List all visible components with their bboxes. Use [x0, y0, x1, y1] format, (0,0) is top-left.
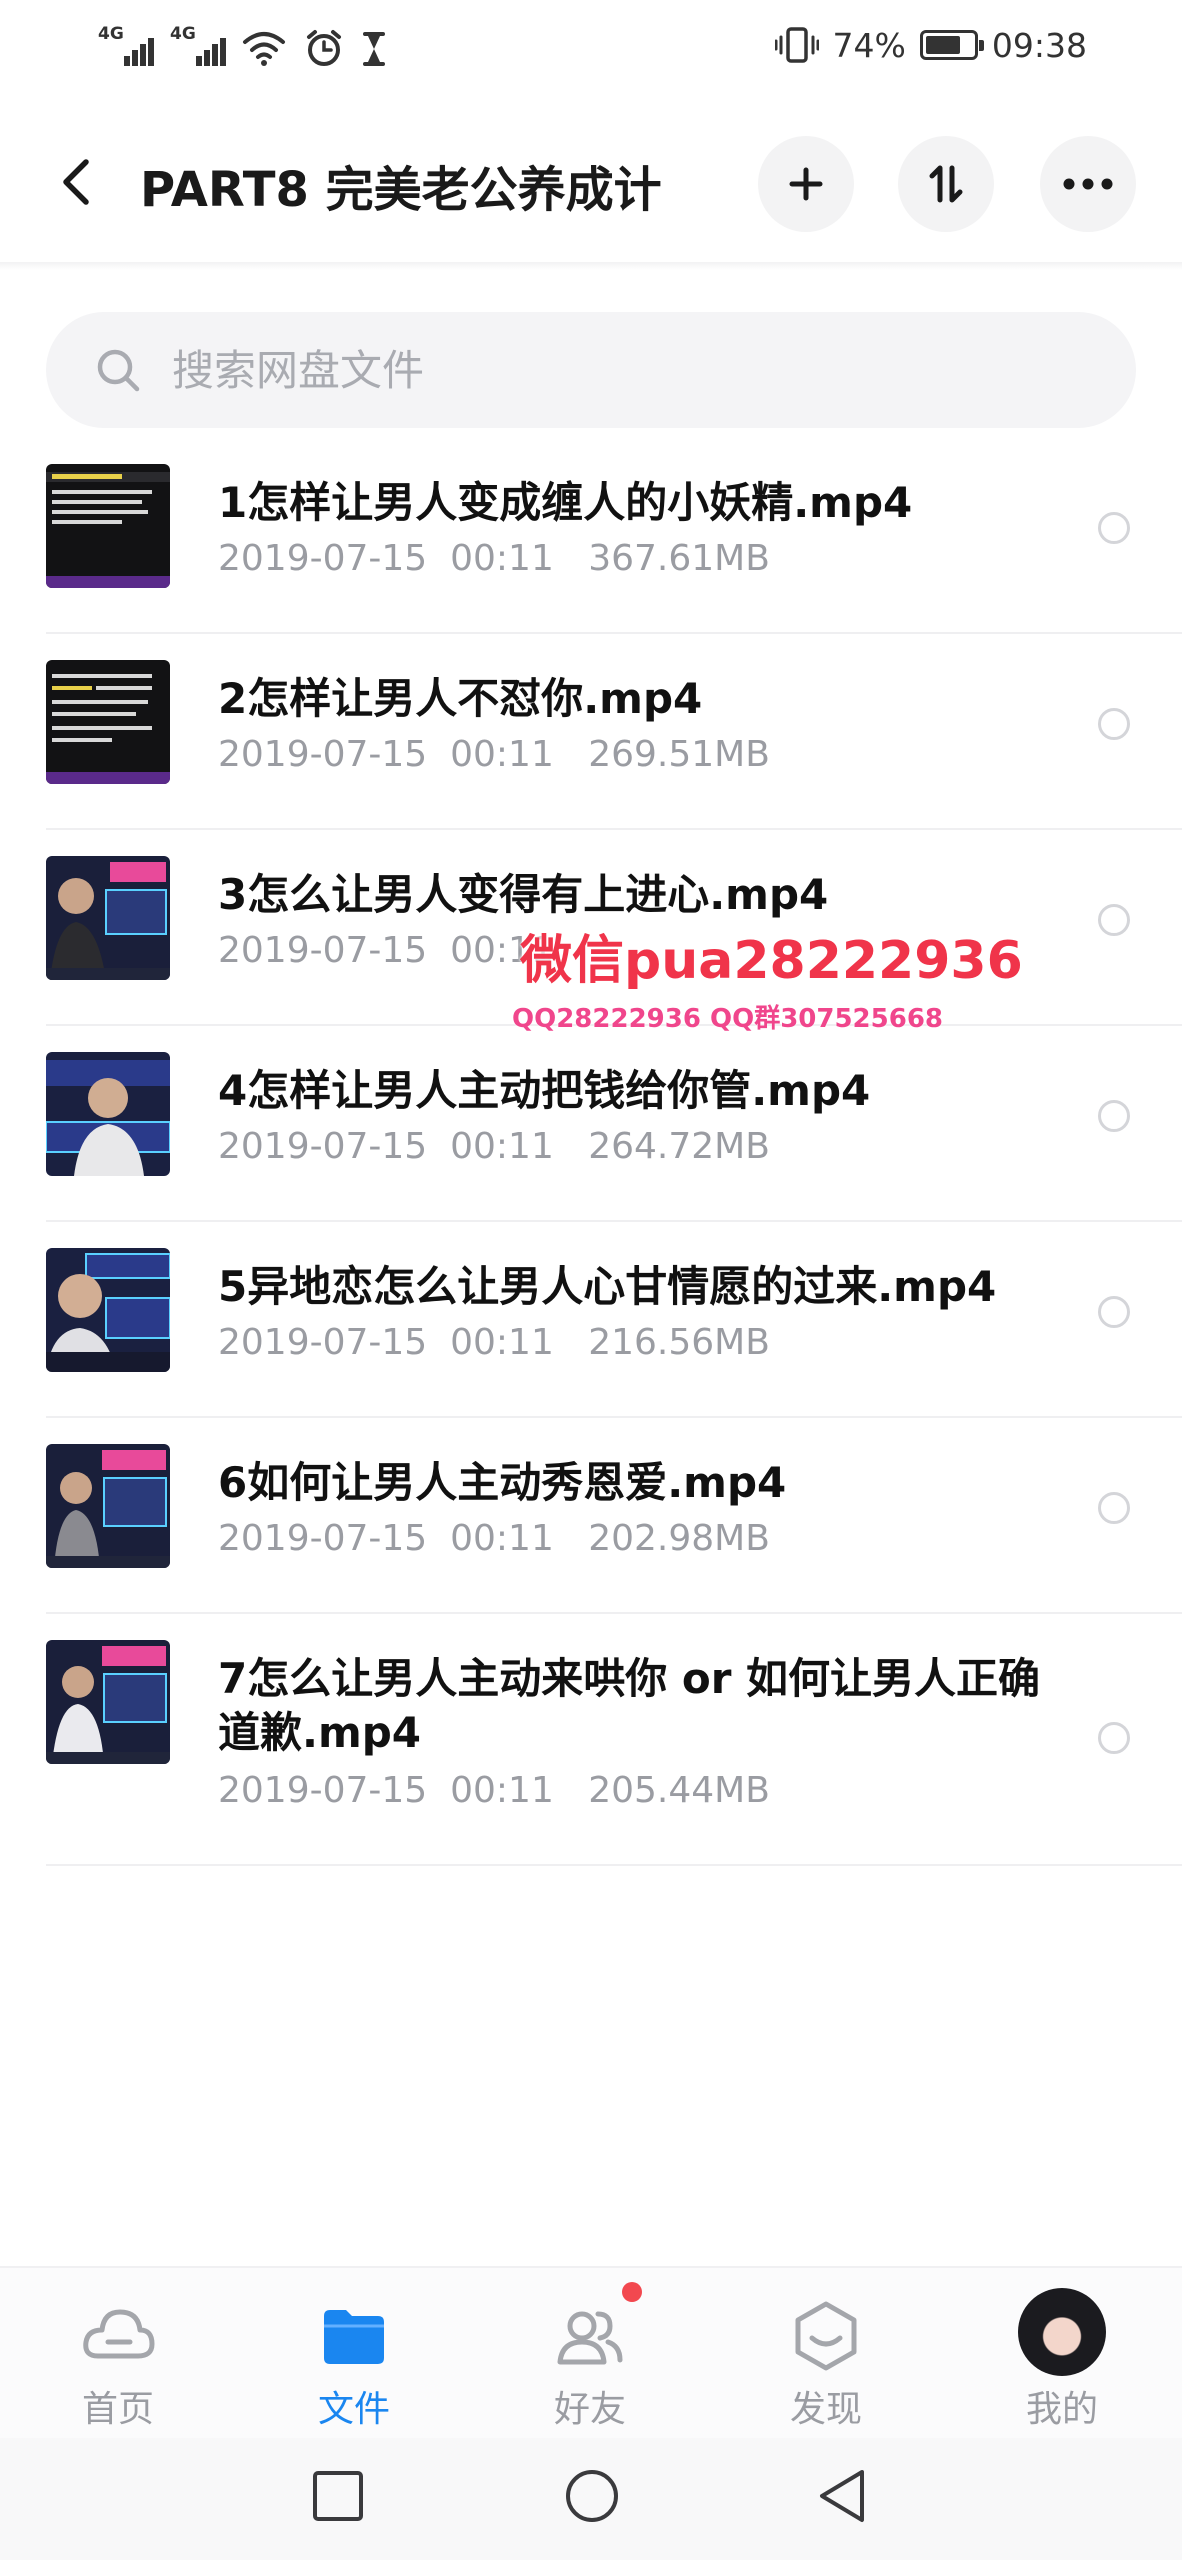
select-radio[interactable]: [1098, 1722, 1130, 1754]
select-radio[interactable]: [1098, 708, 1130, 740]
search-bar[interactable]: [46, 312, 1136, 428]
file-name: 4怎样让男人主动把钱给你管.mp4: [218, 1066, 871, 1115]
avatar: [1018, 2288, 1106, 2376]
tab-label: 文件: [317, 2389, 390, 2430]
page-title: PART8 完美老公养成计: [140, 162, 662, 218]
status-icons-right: 74% 09:38: [774, 22, 1087, 68]
tab-files[interactable]: 文件: [236, 2268, 472, 2440]
file-date: 2019-07-15 00:11: [218, 734, 554, 775]
file-name: 1怎样让男人变成缠人的小妖精.mp4: [218, 478, 913, 527]
system-nav-bar: [0, 2438, 1182, 2560]
select-radio[interactable]: [1098, 1100, 1130, 1132]
file-size: 202.98MB: [588, 1518, 770, 1559]
file-list: 1怎样让男人变成缠人的小妖精.mp4 2019-07-15 00:11 367.…: [0, 438, 1182, 1866]
file-item[interactable]: 1怎样让男人变成缠人的小妖精.mp4 2019-07-15 00:11 367.…: [0, 438, 1182, 634]
signal-icon: 4G: [170, 24, 226, 68]
file-date: 2019-07-15 00:11: [218, 930, 554, 971]
tab-discover[interactable]: 发现: [708, 2268, 944, 2440]
video-thumbnail: [46, 1052, 170, 1176]
cloud-icon: [83, 2309, 155, 2359]
tab-friends[interactable]: 好友: [472, 2268, 708, 2440]
tab-label: 好友: [553, 2389, 626, 2430]
clock: 09:38: [991, 25, 1087, 65]
video-thumbnail: [46, 1640, 170, 1764]
signal-icon: 4G: [98, 24, 154, 68]
home-button[interactable]: [562, 2466, 622, 2526]
sort-button[interactable]: [898, 136, 994, 232]
file-item[interactable]: 7怎么让男人主动来哄你 or 如何让男人正确道歉.mp4 2019-07-15 …: [0, 1614, 1182, 1866]
tab-me[interactable]: 我的: [944, 2268, 1180, 2440]
file-size: 367.61MB: [588, 538, 770, 579]
file-item[interactable]: 6如何让男人主动秀恩爱.mp4 2019-07-15 00:11 202.98M…: [0, 1418, 1182, 1614]
battery-icon: [919, 30, 984, 60]
watermark-text: 微信pua28222936: [520, 931, 1023, 991]
status-icons-left: 4G 4G: [98, 22, 386, 68]
plus-icon: [789, 167, 823, 201]
header-divider: [0, 262, 1182, 270]
watermark-contact: QQ28222936 QQ群307525668: [512, 1004, 944, 1034]
video-thumbnail: [46, 856, 170, 980]
notification-badge: [622, 2282, 642, 2302]
bottom-nav: 首页 文件 好友 发现 我的: [0, 2266, 1182, 2438]
select-radio[interactable]: [1098, 904, 1130, 936]
chevron-left-icon: [63, 159, 89, 205]
folder-icon: [324, 2310, 384, 2364]
file-meta: 2019-07-15 00:11 264.72MB: [218, 1126, 770, 1167]
hourglass-icon: [363, 32, 385, 66]
file-name: 5异地恋怎么让男人心甘情愿的过来.mp4: [218, 1262, 997, 1311]
vibrate-icon: [774, 27, 819, 63]
battery-percent: 74%: [832, 25, 906, 65]
status-bar: 4G 4G 74% 09:38: [0, 0, 1182, 90]
file-date: 2019-07-15 00:11: [218, 538, 554, 579]
video-thumbnail: [46, 1248, 170, 1372]
file-date: 2019-07-15 00:11: [218, 1322, 554, 1363]
network-type-label: 4G: [98, 24, 124, 44]
file-date: 2019-07-15 00:11: [218, 1770, 554, 1811]
tab-home[interactable]: 首页: [0, 2268, 236, 2440]
tab-label: 发现: [789, 2389, 862, 2430]
friends-icon: [557, 2311, 623, 2365]
file-meta: 2019-07-15 00:11 216.56MB: [218, 1322, 770, 1363]
select-radio[interactable]: [1098, 1492, 1130, 1524]
file-item[interactable]: 2怎样让男人不怼你.mp4 2019-07-15 00:11 269.51MB: [0, 634, 1182, 830]
file-name: 3怎么让男人变得有上进心.mp4: [218, 870, 829, 919]
video-thumbnail: [46, 660, 170, 784]
search-input[interactable]: [172, 340, 1072, 400]
add-button[interactable]: [758, 136, 854, 232]
file-size: 205.44MB: [588, 1770, 770, 1811]
video-thumbnail: [46, 464, 170, 588]
back-nav-button[interactable]: [812, 2466, 872, 2526]
more-button[interactable]: [1040, 136, 1136, 232]
header: PART8 完美老公养成计: [0, 120, 1182, 244]
video-thumbnail: [46, 1444, 170, 1568]
select-radio[interactable]: [1098, 512, 1130, 544]
file-meta: 2019-07-15 00:11 205.44MB: [218, 1770, 770, 1811]
file-name: 2怎样让男人不怼你.mp4: [218, 674, 703, 723]
file-size: 216.56MB: [588, 1322, 770, 1363]
tab-label: 首页: [81, 2389, 154, 2430]
more-horizontal-icon: [1063, 178, 1113, 190]
back-button[interactable]: [56, 156, 96, 208]
file-date: 2019-07-15 00:11: [218, 1518, 554, 1559]
network-type-label: 4G: [170, 24, 196, 44]
file-item[interactable]: 5异地恋怎么让男人心甘情愿的过来.mp4 2019-07-15 00:11 21…: [0, 1222, 1182, 1418]
recents-button[interactable]: [308, 2466, 368, 2526]
tab-label: 我的: [1025, 2389, 1098, 2430]
select-radio[interactable]: [1098, 1296, 1130, 1328]
file-meta: 2019-07-15 00:11 367.61MB: [218, 538, 770, 579]
wifi-icon: [243, 32, 285, 66]
file-meta: 2019-07-15 00:11 202.98MB: [218, 1518, 770, 1559]
file-size: 269.51MB: [588, 734, 770, 775]
discover-icon: [795, 2301, 857, 2371]
search-icon: [97, 349, 140, 392]
file-meta: 2019-07-15 00:11 269.51MB: [218, 734, 770, 775]
file-date: 2019-07-15 00:11: [218, 1126, 554, 1167]
file-item[interactable]: 4怎样让男人主动把钱给你管.mp4 2019-07-15 00:11 264.7…: [0, 1026, 1182, 1222]
sort-icon: [929, 165, 963, 203]
alarm-icon: [307, 30, 341, 66]
file-name: 7怎么让男人主动来哄你 or 如何让男人正确道歉.mp4: [218, 1654, 1041, 1757]
file-size: 264.72MB: [588, 1126, 770, 1167]
file-name: 6如何让男人主动秀恩爱.mp4: [218, 1458, 787, 1507]
